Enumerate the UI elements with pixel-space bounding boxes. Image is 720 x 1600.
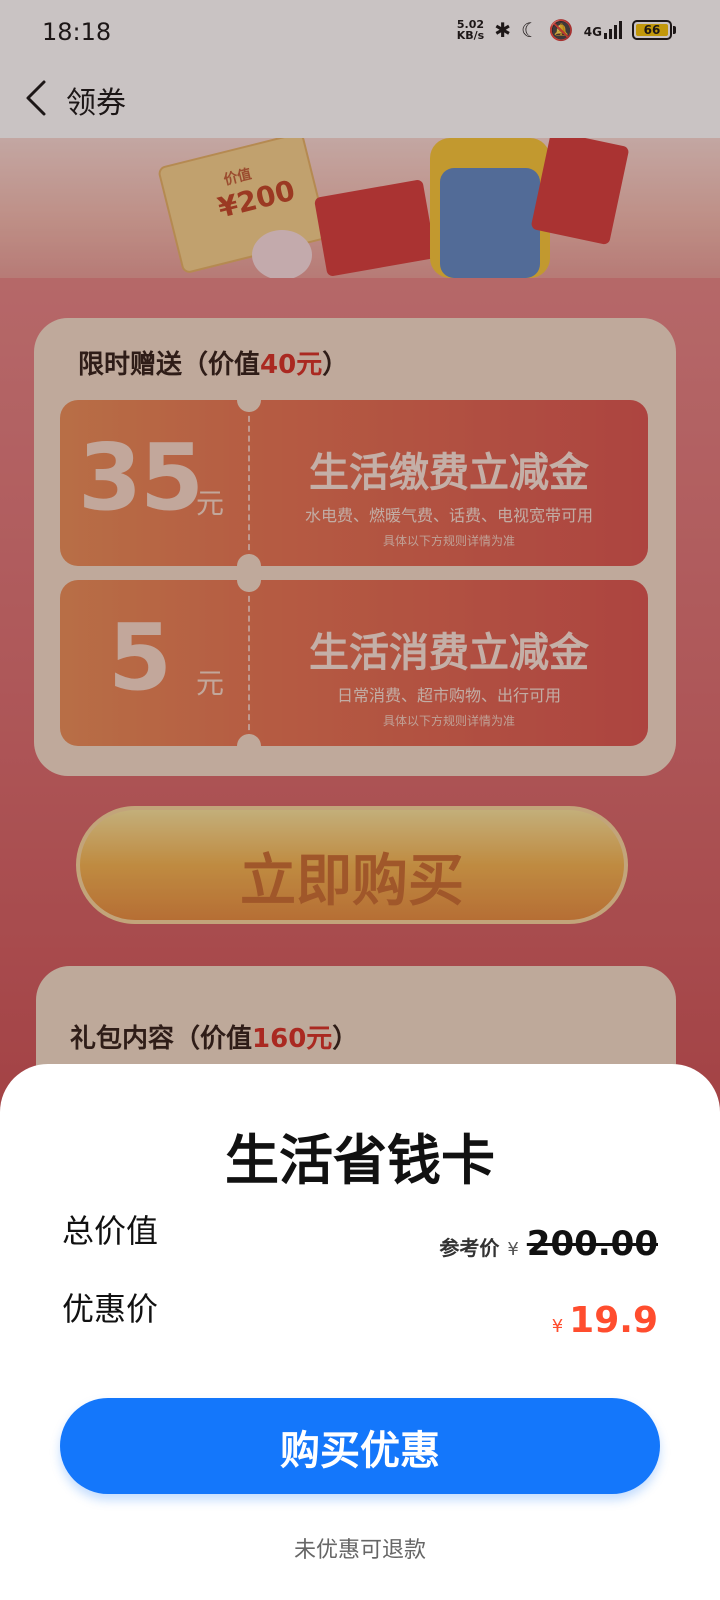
sheet-title: 生活省钱卡 (225, 1129, 495, 1192)
discount-price-label: 优惠价 (62, 1290, 159, 1328)
reference-price: 参考价 ¥ 200.00 (439, 1224, 658, 1264)
reference-currency: ¥ (507, 1239, 519, 1260)
discount-price: ¥ 19.9 (552, 1300, 658, 1341)
refund-note: 未优惠可退款 (293, 1538, 426, 1563)
price-value: 19.9 (569, 1300, 658, 1341)
price-currency: ¥ (551, 1316, 564, 1337)
total-value-label: 总价值 (62, 1212, 159, 1250)
buy-discount-button[interactable]: 购买优惠 (60, 1398, 660, 1494)
purchase-sheet: 生活省钱卡 总价值 参考价 ¥ 200.00 优惠价 ¥ 19.9 购买优惠 未… (0, 1064, 720, 1600)
reference-price-label: 参考价 (439, 1236, 500, 1260)
reference-price-value: 200.00 (526, 1224, 658, 1264)
